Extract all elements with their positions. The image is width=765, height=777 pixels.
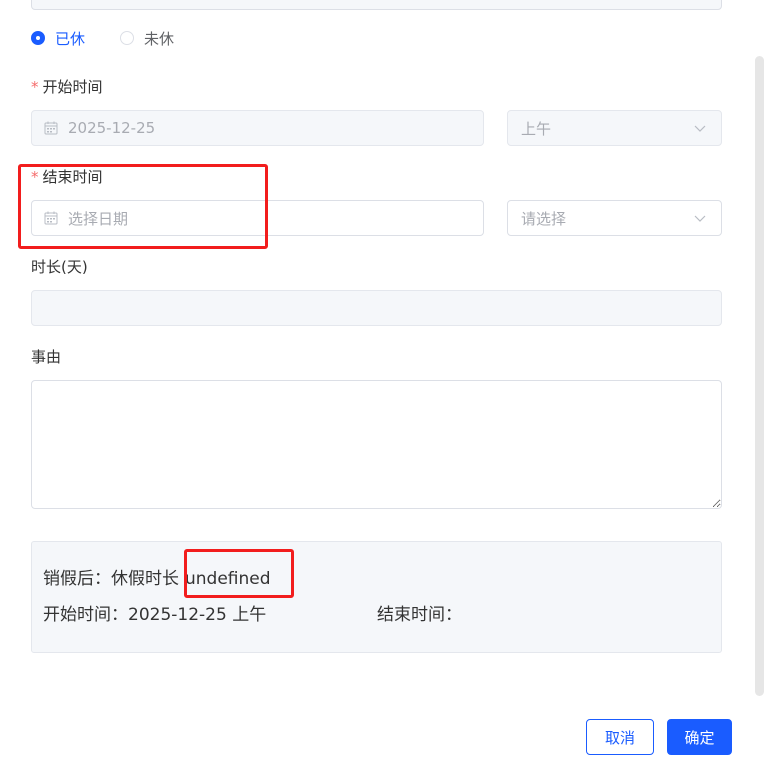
end-time-label: * 结束时间 [31,167,103,187]
summary-duration-prefix: 销假后：休假时长 [43,569,179,589]
start-date-input[interactable]: 2025-12-25 [31,110,484,146]
start-date-value: 2025-12-25 [68,119,156,137]
confirm-button[interactable]: 确定 [667,719,732,755]
chevron-down-icon [693,211,707,225]
reason-label: 事由 [31,348,62,366]
summary-end-prefix: 结束时间： [377,605,462,625]
summary-start-value: 2025-12-25 上午 [128,605,267,625]
summary-start-line: 开始时间：2025-12-25 上午 [43,603,266,627]
scrollbar-thumb[interactable] [755,56,764,696]
chevron-down-icon [693,121,707,135]
radio-not-taken-label: 未休 [144,29,175,48]
duration-input[interactable] [31,290,722,326]
radio-checked-indicator [31,31,45,45]
cancel-button[interactable]: 取消 [586,719,654,755]
calendar-icon [44,211,58,225]
end-date-input[interactable]: 选择日期 [31,200,484,236]
summary-duration-line: 销假后：休假时长 undefined [43,567,271,591]
end-time-label-text: 结束时间 [42,168,103,186]
summary-panel: 销假后：休假时长 undefined 开始时间：2025-12-25 上午 结束时… [31,541,722,653]
duration-label: 时长(天) [31,258,88,276]
start-period-select[interactable]: 上午 [507,110,722,146]
leave-cancel-form: 已休 未休 * 开始时间 2025-12-25 上午 * 结束时间 选择日期 请选择 [0,0,765,777]
end-period-placeholder: 请选择 [521,209,567,228]
summary-duration-value: undefined [185,569,271,589]
start-time-label-text: 开始时间 [42,78,103,96]
radio-unchecked-indicator [120,31,134,45]
reason-textarea[interactable] [31,380,722,509]
radio-not-taken[interactable]: 未休 [120,27,174,49]
start-period-value: 上午 [521,119,552,138]
radio-taken[interactable]: 已休 [31,27,85,49]
end-date-placeholder: 选择日期 [68,209,129,228]
radio-taken-label: 已休 [55,29,86,48]
calendar-icon [44,121,58,135]
start-time-label: * 开始时间 [31,77,103,97]
previous-field-input[interactable] [31,0,722,10]
summary-end-line: 结束时间： [377,603,462,627]
required-mark: * [31,168,39,186]
end-period-select[interactable]: 请选择 [507,200,722,236]
summary-start-prefix: 开始时间： [43,605,128,625]
required-mark: * [31,78,39,96]
